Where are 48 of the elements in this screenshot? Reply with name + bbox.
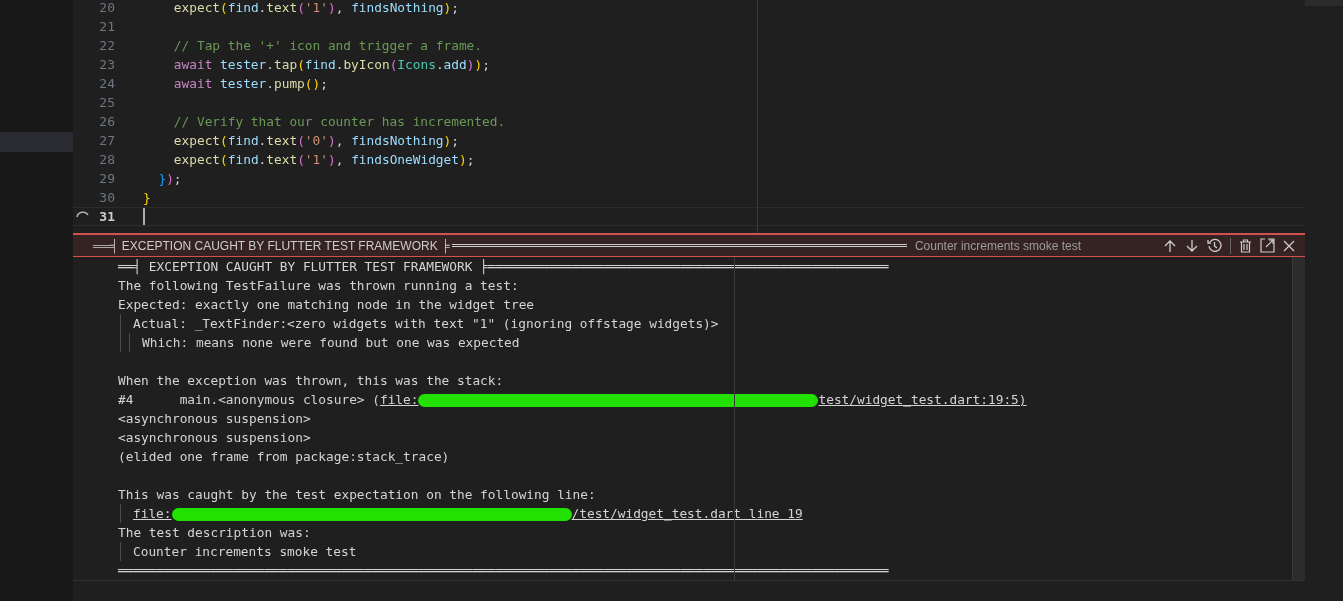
output-line: When the exception was thrown, this was the stack: bbox=[118, 372, 504, 390]
output-line: Expected: exactly one matching node in the widget tree bbox=[118, 296, 535, 314]
history-icon[interactable] bbox=[1207, 238, 1222, 253]
output-line: (elided one frame from package:stack_trace) bbox=[118, 448, 450, 466]
arrow-up-icon[interactable] bbox=[1163, 238, 1177, 253]
code-line: await tester.pump(); bbox=[172, 76, 328, 91]
text-cursor bbox=[143, 208, 145, 225]
line-number: 26 bbox=[99, 114, 115, 129]
file-link[interactable]: file: test/widget_test.dart:19:5) bbox=[379, 392, 1027, 407]
output-line: The following TestFailure was thrown running a test: bbox=[118, 277, 519, 295]
output-line: This was caught by the test expectation on the following line: bbox=[118, 486, 596, 504]
close-icon[interactable] bbox=[1283, 239, 1295, 252]
output-line: The test description was: bbox=[118, 524, 311, 542]
peek-title: ══╡ EXCEPTION CAUGHT BY FLUTTER TEST FRAMEWORK ╞ bbox=[93, 238, 450, 253]
line-number: 27 bbox=[99, 133, 115, 148]
peek-subtitle: Counter increments smoke test bbox=[914, 238, 1081, 253]
output-line: <asynchronous suspension> bbox=[118, 410, 311, 428]
output-line: Counter increments smoke test bbox=[133, 543, 357, 561]
code-line: }); bbox=[157, 171, 182, 186]
code-line: } bbox=[143, 190, 151, 205]
loading-spinner-icon bbox=[76, 210, 89, 218]
arrow-down-icon[interactable] bbox=[1185, 238, 1199, 253]
trash-icon[interactable] bbox=[1239, 238, 1252, 253]
code-line: // Tap the '+' icon and trigger a frame. bbox=[172, 38, 482, 53]
output-line: ══╡ EXCEPTION CAUGHT BY FLUTTER TEST FRAMEWORK ╞════════════════════════════════════════════════════ bbox=[118, 258, 889, 276]
code-line: expect(find.text('1'), findsOneWidget); bbox=[172, 152, 475, 167]
line-number: 20 bbox=[99, 0, 115, 15]
output-line: #4 main.<anonymous closure> (file: test/widget_test.dart:19:5) bbox=[118, 391, 1027, 409]
line-number: 25 bbox=[99, 95, 115, 110]
output-line: ════════════════════════════════════════════════════════════════════════════════════════════════════ bbox=[118, 562, 889, 580]
line-number: 22 bbox=[99, 38, 115, 53]
code-line: expect(find.text('0'), findsNothing); bbox=[172, 133, 460, 148]
open-external-icon[interactable] bbox=[1260, 238, 1275, 253]
file-link[interactable]: file: /test/widget_test.dart line 19 bbox=[133, 506, 803, 521]
line-number: 29 bbox=[99, 171, 115, 186]
line-number: 23 bbox=[99, 57, 115, 72]
code-line: expect(find.text('1'), findsNothing); bbox=[172, 0, 460, 15]
line-number: 31 bbox=[99, 209, 115, 224]
output-line: Which: means none were found but one was expected bbox=[142, 334, 520, 352]
output-line: Actual: _TextFinder:<zero widgets with text "1" (ignoring offstage widgets)> bbox=[133, 315, 719, 333]
line-number: 21 bbox=[99, 19, 115, 34]
code-line: // Verify that our counter has incremented. bbox=[172, 114, 506, 129]
output-line: <asynchronous suspension> bbox=[118, 429, 311, 447]
line-number: 24 bbox=[99, 76, 115, 91]
code-line: await tester.tap(find.byIcon(Icons.add)); bbox=[172, 57, 490, 72]
line-number: 30 bbox=[99, 190, 115, 205]
scrollbar[interactable] bbox=[1292, 257, 1305, 580]
line-number: 28 bbox=[99, 152, 115, 167]
